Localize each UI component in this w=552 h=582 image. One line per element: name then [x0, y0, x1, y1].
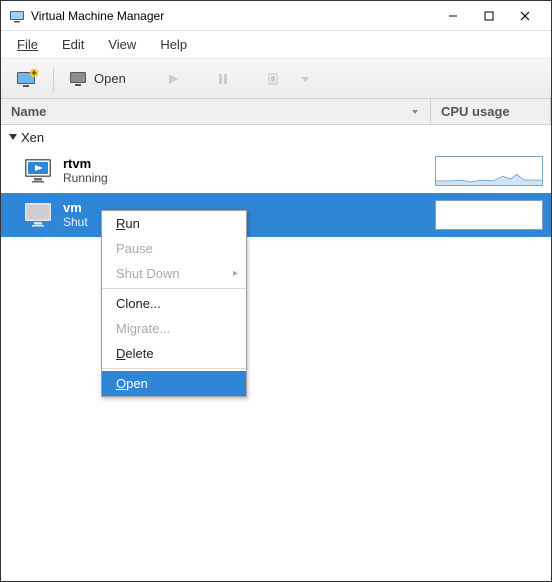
vm-row-vm[interactable]: vm Shut	[1, 193, 551, 237]
cpu-graph-empty	[435, 200, 543, 230]
context-separator	[102, 368, 246, 369]
context-delete[interactable]: Delete	[102, 341, 246, 366]
column-cpu-label: CPU usage	[441, 104, 510, 119]
vm-name: rtvm	[63, 157, 431, 172]
app-icon	[9, 8, 25, 24]
menu-edit[interactable]: Edit	[52, 35, 94, 54]
cpu-cell	[431, 152, 551, 190]
title-bar: Virtual Machine Manager	[1, 1, 551, 31]
open-vm-button[interactable]: Open	[62, 65, 132, 93]
context-pause: Pause	[102, 236, 246, 261]
vm-row-rtvm[interactable]: rtvm Running	[1, 149, 551, 193]
column-cpu[interactable]: CPU usage	[431, 99, 551, 124]
cpu-graph	[435, 156, 543, 186]
window-controls	[435, 2, 543, 30]
expand-caret-icon[interactable]	[7, 131, 19, 143]
submenu-arrow-icon: ▸	[233, 268, 238, 279]
shutdown-button[interactable]	[260, 68, 286, 90]
host-name: Xen	[21, 130, 44, 145]
close-button[interactable]	[507, 2, 543, 30]
vm-shutoff-icon	[23, 201, 55, 229]
menu-bar: File Edit View Help	[1, 31, 551, 59]
run-button[interactable]	[160, 68, 186, 90]
open-label: Open	[94, 71, 126, 86]
vm-status: Running	[63, 172, 431, 186]
pause-button[interactable]	[210, 68, 236, 90]
minimize-button[interactable]	[435, 2, 471, 30]
context-migrate: Migrate...	[102, 316, 246, 341]
vm-running-icon	[23, 157, 55, 185]
menu-help[interactable]: Help	[150, 35, 197, 54]
vm-text: rtvm Running	[63, 157, 431, 186]
context-separator	[102, 288, 246, 289]
vm-tree: Xen rtvm Running vm Shut	[1, 125, 551, 237]
column-name-label: Name	[11, 104, 46, 119]
column-name[interactable]: Name	[1, 99, 431, 124]
context-open[interactable]: Open	[102, 371, 246, 396]
column-headers: Name CPU usage	[1, 99, 551, 125]
toolbar: Open	[1, 59, 551, 99]
cpu-cell	[431, 196, 551, 234]
sort-indicator-icon	[410, 107, 420, 117]
shutdown-dropdown[interactable]	[294, 70, 316, 88]
toolbar-separator	[53, 67, 54, 91]
host-row[interactable]: Xen	[1, 125, 551, 149]
context-shutdown: Shut Down▸	[102, 261, 246, 286]
maximize-button[interactable]	[471, 2, 507, 30]
menu-file[interactable]: File	[7, 35, 48, 54]
context-menu: Run Pause Shut Down▸ Clone... Migrate...…	[101, 210, 247, 397]
context-run[interactable]: Run	[102, 211, 246, 236]
menu-view[interactable]: View	[98, 35, 146, 54]
window-title: Virtual Machine Manager	[31, 9, 435, 23]
context-clone[interactable]: Clone...	[102, 291, 246, 316]
new-vm-button[interactable]	[9, 64, 45, 94]
